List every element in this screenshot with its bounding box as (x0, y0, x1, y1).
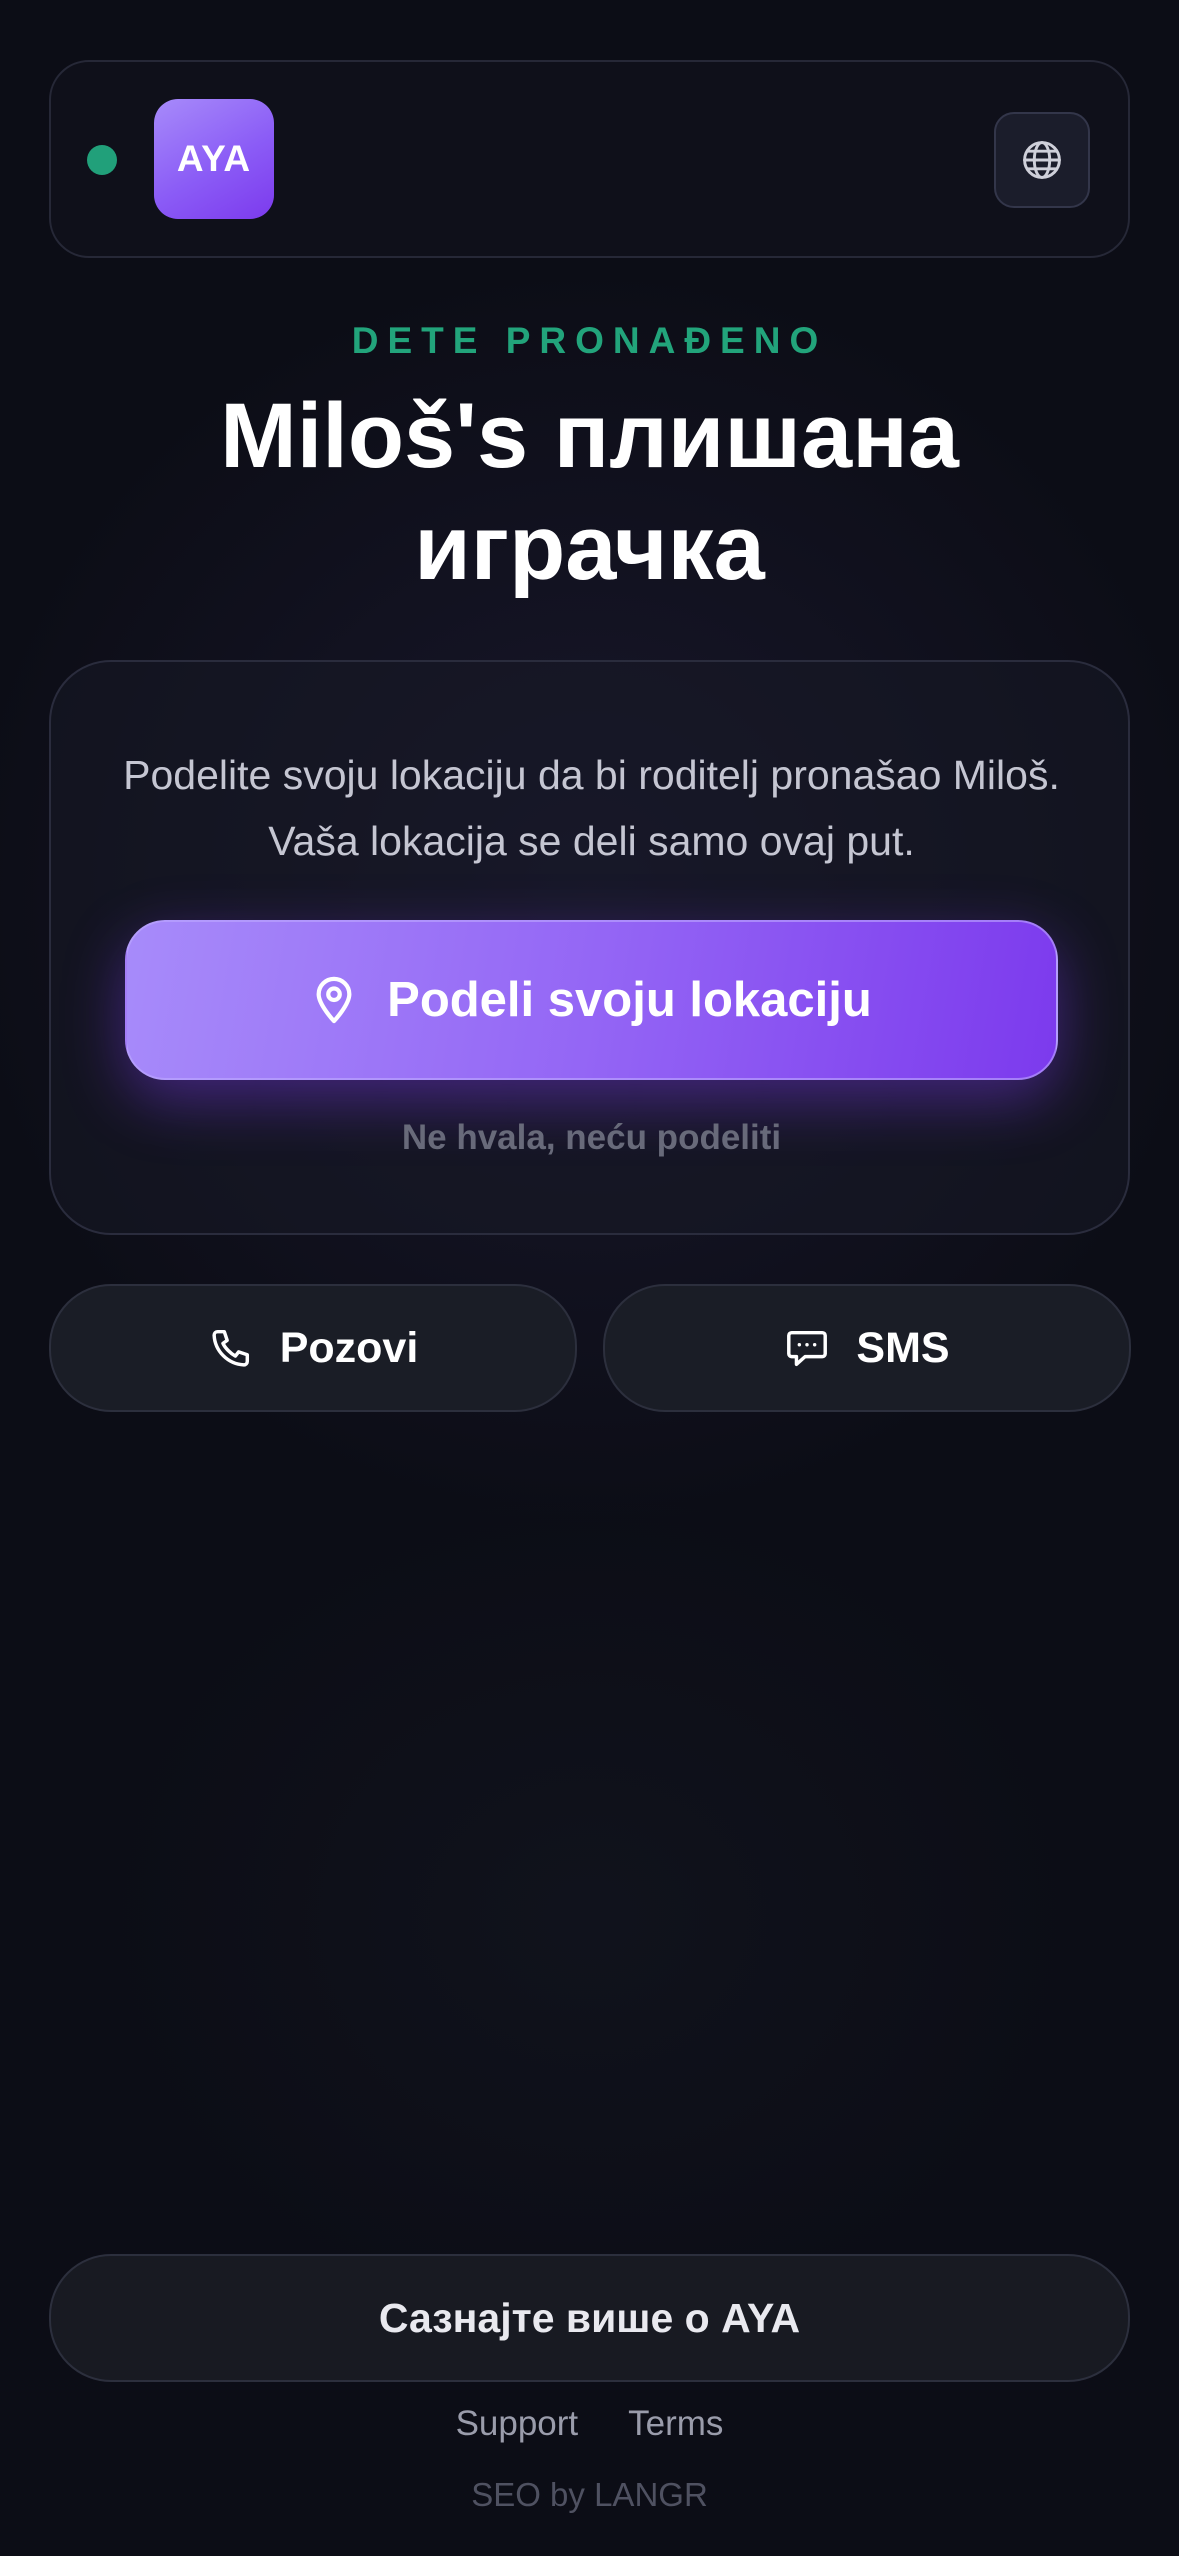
share-location-button[interactable]: Podeli svoju lokaciju (125, 920, 1058, 1080)
call-button[interactable]: Pozovi (49, 1284, 577, 1412)
share-location-label: Podeli svoju lokaciju (387, 973, 872, 1027)
globe-icon (1020, 138, 1064, 182)
header-bar: AYA (49, 60, 1130, 258)
aya-logo: AYA (154, 99, 274, 219)
terms-link[interactable]: Terms (628, 2404, 723, 2444)
learn-more-button[interactable]: Сазнајте више о AYA (49, 2254, 1130, 2382)
chat-bubble-icon (784, 1325, 830, 1371)
status-indicator (87, 145, 117, 175)
share-description: Podelite svoju lokaciju da bi roditelj p… (123, 752, 1060, 864)
footer-credit[interactable]: SEO by LANGR (0, 2476, 1179, 2514)
decline-share-link[interactable]: Ne hvala, neću podeliti (51, 1118, 1132, 1158)
map-pin-icon (311, 975, 357, 1025)
found-label: DETE PRONAĐENO (351, 320, 828, 361)
sms-label: SMS (856, 1323, 950, 1372)
page-title: Miloš's плишана играчка (220, 385, 959, 599)
share-location-card: Podelite svoju lokaciju da bi roditelj p… (49, 660, 1130, 1235)
call-label: Pozovi (279, 1323, 419, 1372)
sms-button[interactable]: SMS (603, 1284, 1131, 1412)
support-link[interactable]: Support (456, 2404, 579, 2444)
language-button[interactable] (994, 112, 1090, 208)
footer-links: Support Terms (0, 2404, 1179, 2444)
phone-icon (208, 1325, 254, 1371)
